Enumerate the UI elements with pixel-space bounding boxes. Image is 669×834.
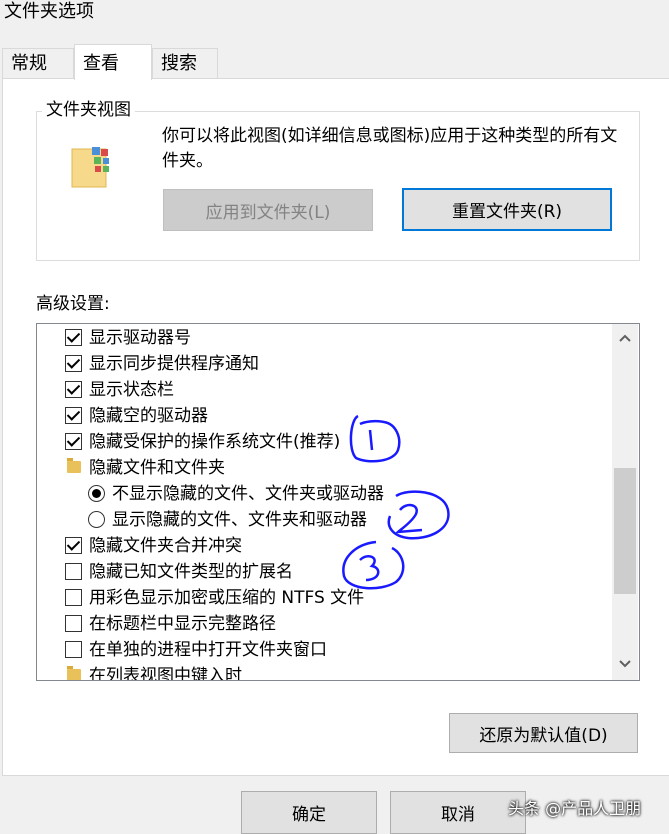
- list-item-label: 在列表视图中键入时: [89, 666, 242, 681]
- list-item-label: 在单独的进程中打开文件夹窗口: [89, 640, 327, 660]
- checkbox[interactable]: [65, 537, 82, 554]
- checkbox[interactable]: [65, 589, 82, 606]
- watermark: 头条 @产品人卫朋: [508, 799, 642, 818]
- list-item-label: 不显示隐藏的文件、文件夹或驱动器: [112, 484, 384, 504]
- folder-view-description: 你可以将此视图(如详细信息或图标)应用于这种类型的所有文件夹。: [162, 126, 618, 171]
- radio-button[interactable]: [88, 485, 105, 502]
- folder-view-group-label: 文件夹视图: [42, 98, 135, 122]
- list-item-label: 显示驱动器号: [89, 328, 191, 348]
- tab-general[interactable]: 常规: [2, 48, 74, 78]
- checkbox[interactable]: [65, 563, 82, 580]
- list-item-label: 隐藏已知文件类型的扩展名: [89, 562, 293, 582]
- advanced-settings-label: 高级设置:: [36, 294, 110, 314]
- scroll-down-icon[interactable]: [616, 656, 634, 674]
- folder-icon: [67, 666, 81, 680]
- list-item-label: 隐藏文件和文件夹: [89, 458, 225, 478]
- checkbox[interactable]: [65, 433, 82, 450]
- list-item-label: 显示同步提供程序通知: [89, 354, 259, 374]
- folder-icon: [67, 458, 81, 473]
- restore-defaults-button[interactable]: 还原为默认值(D): [449, 713, 638, 753]
- scrollbar-thumb[interactable]: [614, 468, 636, 594]
- ok-button[interactable]: 确定: [241, 791, 377, 834]
- annotation-mark-2: [387, 490, 450, 540]
- list-item-label: 隐藏空的驱动器: [89, 406, 208, 426]
- checkbox[interactable]: [65, 355, 82, 372]
- radio-button[interactable]: [88, 511, 105, 528]
- cancel-button[interactable]: 取消: [390, 791, 526, 834]
- checkbox[interactable]: [65, 641, 82, 658]
- list-item-label: 显示状态栏: [89, 380, 174, 400]
- checkbox[interactable]: [65, 407, 82, 424]
- annotation-mark-3: [342, 540, 405, 590]
- list-item-label: 隐藏文件夹合并冲突: [89, 536, 242, 556]
- checkbox[interactable]: [65, 329, 82, 346]
- list-item-label: 用彩色显示加密或压缩的 NTFS 文件: [89, 588, 365, 608]
- window-title: 文件夹选项: [4, 1, 94, 22]
- tab-view[interactable]: 查看: [74, 44, 152, 80]
- list-item-label: 在标题栏中显示完整路径: [89, 614, 276, 634]
- scroll-up-icon[interactable]: [616, 330, 634, 348]
- apply-to-folders-button[interactable]: 应用到文件夹(L): [163, 189, 373, 231]
- list-item-label: 隐藏受保护的操作系统文件(推荐): [89, 432, 341, 452]
- tab-search[interactable]: 搜索: [152, 48, 218, 78]
- checkbox[interactable]: [65, 381, 82, 398]
- advanced-settings-list[interactable]: 显示驱动器号 显示同步提供程序通知 显示状态栏 隐藏空的驱动器 隐藏受保护的操作…: [36, 323, 640, 681]
- checkbox[interactable]: [65, 615, 82, 632]
- folder-view-icon: [71, 147, 109, 188]
- annotation-mark-1: [349, 414, 401, 463]
- reset-folders-button[interactable]: 重置文件夹(R): [402, 188, 612, 231]
- list-item-label: 显示隐藏的文件、文件夹和驱动器: [112, 510, 367, 530]
